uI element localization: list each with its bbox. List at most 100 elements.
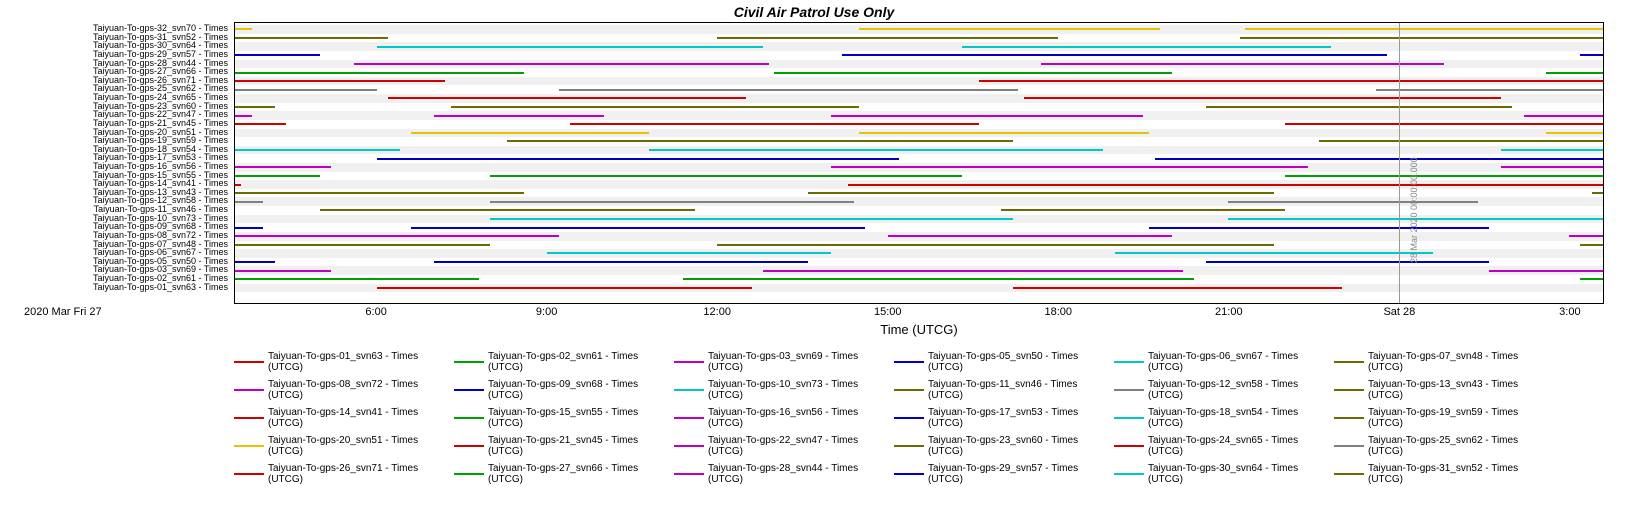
legend-label: Taiyuan-To-gps-15_svn55 - Times (UTCG) (488, 407, 674, 429)
legend-swatch (234, 473, 264, 475)
legend-item: Taiyuan-To-gps-24_svn65 - Times (UTCG) (1114, 435, 1334, 457)
gantt-segment (1546, 72, 1603, 74)
gantt-segment (354, 63, 768, 65)
legend-item: Taiyuan-To-gps-15_svn55 - Times (UTCG) (454, 407, 674, 429)
gantt-segment (377, 287, 752, 289)
legend-swatch (674, 473, 704, 475)
chart-title: Civil Air Patrol Use Only (14, 0, 1614, 22)
gantt-segment (831, 115, 1143, 117)
legend-item: Taiyuan-To-gps-18_svn54 - Times (UTCG) (1114, 407, 1334, 429)
legend-label: Taiyuan-To-gps-03_svn69 - Times (UTCG) (708, 351, 894, 373)
gantt-segment (1592, 192, 1603, 194)
legend-swatch (454, 361, 484, 363)
gantt-segment (1285, 123, 1603, 125)
legend-item: Taiyuan-To-gps-10_svn73 - Times (UTCG) (674, 379, 894, 401)
gantt-segment (490, 175, 961, 177)
legend-item: Taiyuan-To-gps-07_svn48 - Times (UTCG) (1334, 351, 1554, 373)
legend-label: Taiyuan-To-gps-17_svn53 - Times (UTCG) (928, 407, 1114, 429)
legend-item: Taiyuan-To-gps-20_svn51 - Times (UTCG) (234, 435, 454, 457)
gantt-segment (235, 201, 263, 203)
gantt-segment (235, 54, 320, 56)
legend-item: Taiyuan-To-gps-12_svn58 - Times (UTCG) (1114, 379, 1334, 401)
legend-swatch (1334, 445, 1364, 447)
legend-item: Taiyuan-To-gps-08_svn72 - Times (UTCG) (234, 379, 454, 401)
chart-container: Civil Air Patrol Use Only Taiyuan-To-gps… (14, 0, 1614, 491)
legend-label: Taiyuan-To-gps-10_svn73 - Times (UTCG) (708, 379, 894, 401)
legend-swatch (894, 473, 924, 475)
gantt-segment (320, 209, 695, 211)
legend-swatch (234, 445, 264, 447)
legend-label: Taiyuan-To-gps-18_svn54 - Times (UTCG) (1148, 407, 1334, 429)
legend-item: Taiyuan-To-gps-30_svn64 - Times (UTCG) (1114, 463, 1334, 485)
gantt-segment (235, 106, 275, 108)
gantt-segment (507, 140, 1012, 142)
gantt-segment (1228, 201, 1478, 203)
legend-label: Taiyuan-To-gps-21_svn45 - Times (UTCG) (488, 435, 674, 457)
gantt-segment (1240, 37, 1603, 39)
gantt-segment (1319, 140, 1603, 142)
legend-item: Taiyuan-To-gps-23_svn60 - Times (UTCG) (894, 435, 1114, 457)
gantt-segment (235, 37, 388, 39)
gantt-segment (1501, 149, 1603, 151)
legend-item: Taiyuan-To-gps-03_svn69 - Times (UTCG) (674, 351, 894, 373)
gantt-segment (831, 166, 1308, 168)
legend-item: Taiyuan-To-gps-16_svn56 - Times (UTCG) (674, 407, 894, 429)
gantt-segment (411, 132, 649, 134)
legend-item: Taiyuan-To-gps-11_svn46 - Times (UTCG) (894, 379, 1114, 401)
gantt-segment (1001, 209, 1285, 211)
legend-item: Taiyuan-To-gps-06_svn67 - Times (UTCG) (1114, 351, 1334, 373)
gantt-segment (377, 158, 899, 160)
gantt-segment (1245, 28, 1603, 30)
legend-swatch (234, 361, 264, 363)
gantt-segment (411, 227, 865, 229)
legend-swatch (1114, 445, 1144, 447)
legend-label: Taiyuan-To-gps-08_svn72 - Times (UTCG) (268, 379, 454, 401)
gantt-segment (235, 192, 524, 194)
legend-label: Taiyuan-To-gps-12_svn58 - Times (UTCG) (1148, 379, 1334, 401)
legend-swatch (234, 389, 264, 391)
legend-label: Taiyuan-To-gps-09_svn68 - Times (UTCG) (488, 379, 674, 401)
legend-item: Taiyuan-To-gps-31_svn52 - Times (UTCG) (1334, 463, 1554, 485)
legend-item: Taiyuan-To-gps-09_svn68 - Times (UTCG) (454, 379, 674, 401)
legend-label: Taiyuan-To-gps-22_svn47 - Times (UTCG) (708, 435, 894, 457)
legend-label: Taiyuan-To-gps-31_svn52 - Times (UTCG) (1368, 463, 1554, 485)
gantt-segment (1149, 227, 1490, 229)
legend-item: Taiyuan-To-gps-05_svn50 - Times (UTCG) (894, 351, 1114, 373)
legend-label: Taiyuan-To-gps-29_svn57 - Times (UTCG) (928, 463, 1114, 485)
legend-label: Taiyuan-To-gps-25_svn62 - Times (UTCG) (1368, 435, 1554, 457)
gantt-segment (1206, 106, 1513, 108)
gantt-segment (235, 89, 377, 91)
legend-item: Taiyuan-To-gps-29_svn57 - Times (UTCG) (894, 463, 1114, 485)
gantt-segment (490, 201, 853, 203)
gantt-segment (1115, 252, 1433, 254)
gantt-segment (235, 28, 252, 30)
gantt-segment (888, 235, 1172, 237)
gantt-segment (1041, 63, 1444, 65)
gantt-segment (1285, 175, 1603, 177)
legend-label: Taiyuan-To-gps-14_svn41 - Times (UTCG) (268, 407, 454, 429)
legend-label: Taiyuan-To-gps-20_svn51 - Times (UTCG) (268, 435, 454, 457)
legend-item: Taiyuan-To-gps-25_svn62 - Times (UTCG) (1334, 435, 1554, 457)
legend-item: Taiyuan-To-gps-21_svn45 - Times (UTCG) (454, 435, 674, 457)
gantt-segment (235, 72, 524, 74)
gantt-segment (1580, 244, 1603, 246)
legend-swatch (894, 445, 924, 447)
x-axis-label: Time (UTCG) (234, 322, 1604, 337)
gantt-segment (235, 235, 559, 237)
gantt-segment (859, 132, 1148, 134)
x-axis-ticks: 6:009:0012:0015:0018:0021:00Sat 283:00 (234, 304, 1604, 322)
gantt-segment (235, 261, 275, 263)
gantt-segment (808, 192, 1273, 194)
legend-swatch (674, 417, 704, 419)
gantt-segment (1546, 132, 1603, 134)
legend-swatch (1114, 473, 1144, 475)
legend-label: Taiyuan-To-gps-27_svn66 - Times (UTCG) (488, 463, 674, 485)
legend-item: Taiyuan-To-gps-28_svn44 - Times (UTCG) (674, 463, 894, 485)
annotation-line-label: 28 Mar 2020 00:00:00.000 (1409, 157, 1419, 263)
gantt-segment (235, 278, 479, 280)
gantt-segment (717, 37, 1058, 39)
gantt-segment (1376, 89, 1603, 91)
gantt-segment (235, 244, 490, 246)
gantt-segment (235, 175, 320, 177)
legend-label: Taiyuan-To-gps-01_svn63 - Times (UTCG) (268, 351, 454, 373)
